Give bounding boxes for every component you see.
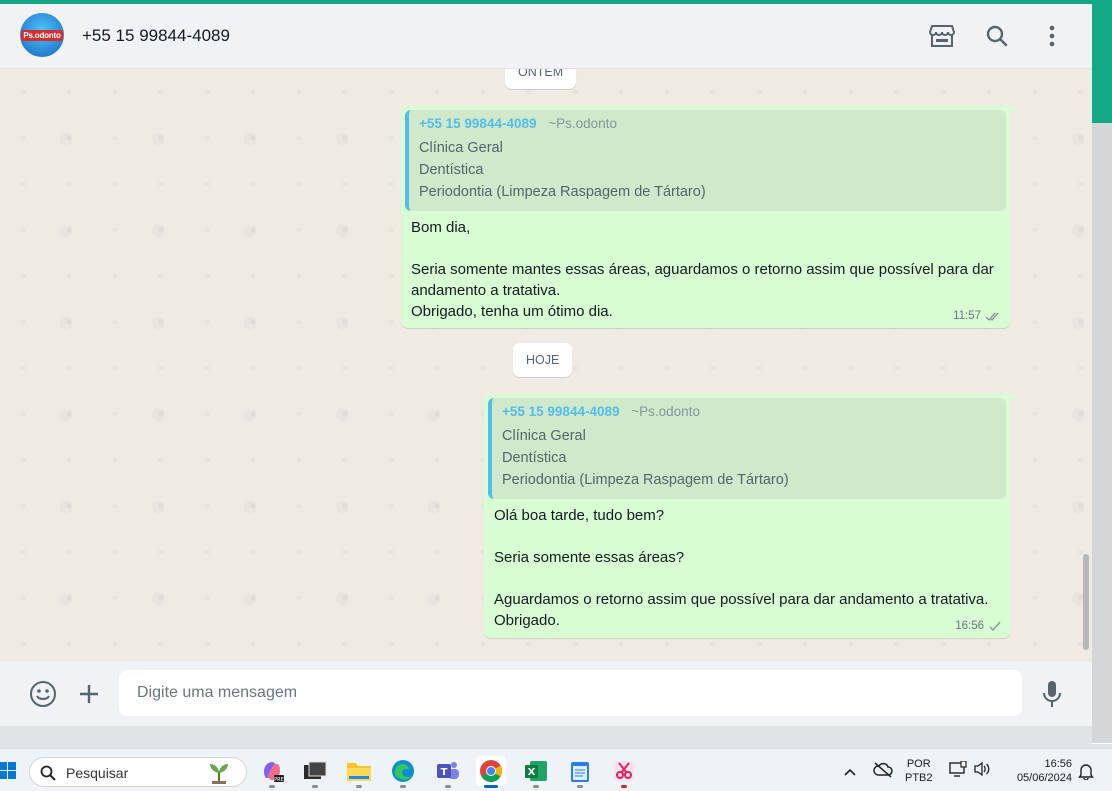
double-check-icon [985,312,999,321]
message-line-blank [494,568,1000,589]
cloud-offline-icon[interactable] [873,762,893,783]
chat-scrollbar[interactable] [1083,554,1089,650]
teams-icon[interactable]: T [433,756,463,788]
single-check-icon [989,621,1001,631]
clock-date: 05/06/2024 [1016,772,1072,784]
quoted-line: Dentística [419,162,484,178]
quoted-line: Clínica Geral [502,428,586,444]
network-icon[interactable] [949,760,967,782]
message-meta: 16:56 [955,620,1002,632]
snipping-tool-icon[interactable] [609,756,639,788]
attach-plus-icon[interactable] [74,679,104,709]
quoted-sender-number: +55 15 99844-4089 [419,116,537,131]
date-chip-today: HOJE [513,343,573,377]
message-line-blank [494,526,1000,547]
language-code: POR [906,758,931,770]
quoted-line: Dentística [502,450,567,466]
file-explorer-icon[interactable] [344,756,374,788]
message-line: andamento a tratativa. [411,282,561,299]
svg-text:X: X [528,767,536,778]
edge-icon[interactable] [388,756,418,788]
message-meta: 11:57 [953,310,1002,322]
volume-icon[interactable] [973,761,991,782]
whatsapp-window: Ps.odonto +55 15 99844-4089 ONTEM +55 15… [0,4,1092,726]
message-line: Olá boa tarde, tudo bem? [494,507,665,524]
chat-header[interactable]: Ps.odonto +55 15 99844-4089 [0,4,1092,69]
adjacent-window-edge [1092,4,1112,744]
taskbar-search-box[interactable]: Pesquisar [29,757,247,787]
message-line-blank [411,238,1000,259]
taskbar-search-placeholder: Pesquisar [66,765,129,781]
message-time: 16:56 [955,620,984,632]
message-line: Aguardamos o retorno assim que possível … [494,591,989,608]
quoted-message[interactable]: +55 15 99844-4089 ~Ps.odonto Clínica Ger… [405,110,1006,211]
plant-icon [210,764,228,784]
message-line: Obrigado, tenha um ótimo dia. [411,303,613,320]
message-pane[interactable]: ONTEM +55 15 99844-4089 ~Ps.odonto Clíni… [0,69,1092,661]
message-bubble-outgoing[interactable]: +55 15 99844-4089 ~Ps.odonto Clínica Ger… [484,394,1018,638]
quoted-message[interactable]: +55 15 99844-4089 ~Ps.odonto Clínica Ger… [488,398,1006,499]
emoji-icon[interactable] [28,679,58,709]
clock[interactable]: 16:56 05/06/2024 [1004,757,1072,785]
quoted-sender-alias: ~Ps.odonto [631,404,700,419]
windows-start-icon[interactable] [0,761,16,781]
windows-taskbar: Pesquisar PRE T X POR PTB2 16:56 05/06/2… [0,748,1112,791]
quoted-line: Clínica Geral [419,140,503,156]
avatar[interactable]: Ps.odonto [20,13,64,57]
quoted-line: Periodontia (Limpeza Raspagem de Tártaro… [419,184,706,200]
catalog-icon[interactable] [928,22,956,50]
date-chip-yesterday: ONTEM [505,69,577,89]
avatar-logo-text: Ps.odonto [21,29,63,41]
message-line: Bom dia, [411,219,471,236]
quoted-sender-number: +55 15 99844-4089 [502,404,620,419]
chrome-icon[interactable] [476,756,506,788]
input-language[interactable]: POR PTB2 [905,757,933,785]
quoted-sender-alias: ~Ps.odonto [548,116,617,131]
svg-text:PRE: PRE [274,777,284,783]
message-line: Seria somente essas áreas? [494,549,685,566]
chevron-up-icon[interactable] [843,764,857,782]
search-icon[interactable] [983,22,1011,50]
notification-bell-icon[interactable] [1078,762,1094,785]
excel-icon[interactable]: X [521,756,551,788]
quoted-line: Periodontia (Limpeza Raspagem de Tártaro… [502,472,789,488]
notepad-icon[interactable] [565,756,595,788]
message-line: Obrigado. [494,612,560,629]
clock-time: 16:56 [1044,758,1072,770]
message-line: Seria somente mantes essas áreas, aguard… [411,261,994,278]
search-icon [40,765,56,781]
kebab-menu-icon[interactable] [1038,22,1066,50]
microphone-icon[interactable] [1037,679,1067,709]
copilot-icon[interactable]: PRE [257,756,287,788]
message-text: Bom dia, Seria somente mantes essas área… [405,211,1006,322]
keyboard-layout: PTB2 [905,772,933,784]
message-bubble-outgoing[interactable]: +55 15 99844-4089 ~Ps.odonto Clínica Ger… [401,106,1018,328]
composer-bar [0,661,1092,726]
message-time: 11:57 [953,310,981,322]
terminal-icon[interactable] [300,756,330,788]
contact-name[interactable]: +55 15 99844-4089 [82,26,230,46]
svg-text:T: T [441,767,448,778]
message-input[interactable] [119,670,1022,716]
message-text: Olá boa tarde, tudo bem? Seria somente e… [488,499,1006,631]
